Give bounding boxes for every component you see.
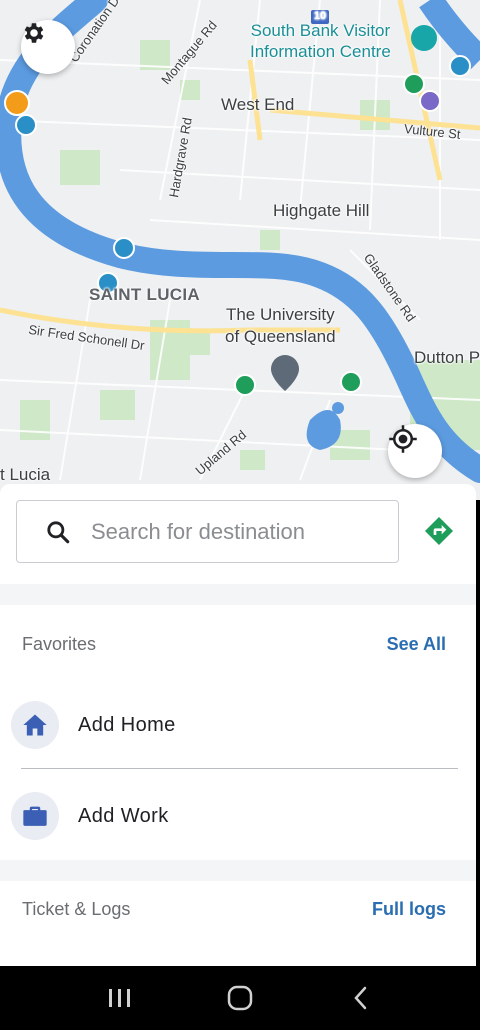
south-bank-text: South Bank Visitor Information Centre [250, 21, 391, 61]
map-label-saint-lucia: SAINT LUCIA [89, 285, 200, 304]
logs-header: Ticket & Logs Full logs [22, 899, 446, 920]
work-icon-badge [11, 792, 59, 840]
system-nav-bar [0, 966, 480, 1030]
add-home-label: Add Home [78, 713, 176, 736]
see-all-link[interactable]: See All [387, 634, 446, 655]
search-section [0, 484, 476, 584]
home-icon [23, 714, 47, 736]
full-logs-link[interactable]: Full logs [372, 899, 446, 920]
favorites-section: Favorites See All Add Home Add Work [0, 605, 476, 860]
add-work-row[interactable]: Add Work [0, 781, 476, 851]
map-label-st-lucia: t Lucia [0, 465, 51, 484]
directions-icon [425, 517, 453, 545]
search-icon [47, 520, 70, 543]
back-button[interactable] [330, 968, 390, 1028]
map-label-west-end: West End [221, 95, 295, 114]
favorites-header: Favorites See All [22, 634, 446, 655]
home-nav-icon [227, 985, 253, 1011]
recent-apps-button[interactable] [90, 968, 150, 1028]
map-label-dutton: Dutton P [414, 348, 480, 367]
search-input[interactable] [91, 518, 371, 545]
gear-icon [24, 23, 44, 43]
map-label-south-bank[interactable]: South Bank Visitor Information Centre [250, 20, 391, 62]
home-nav-button[interactable] [210, 968, 270, 1028]
home-icon-badge [11, 701, 59, 749]
bottom-sheet: Favorites See All Add Home Add Work Tick… [0, 484, 476, 966]
my-location-button[interactable] [388, 424, 442, 478]
settings-button[interactable] [21, 20, 75, 74]
favorites-divider [21, 768, 458, 769]
favorites-title: Favorites [22, 634, 97, 654]
search-box[interactable] [16, 500, 399, 563]
briefcase-icon [23, 806, 47, 826]
ticket-logs-section: Ticket & Logs Full logs [0, 881, 476, 966]
map-label-uq: The University of Queensland [225, 305, 336, 346]
back-icon [354, 986, 367, 1010]
add-work-label: Add Work [78, 804, 169, 827]
my-location-icon [389, 425, 417, 453]
recent-apps-icon [109, 989, 130, 1007]
map-label-highgate-hill: Highgate Hill [273, 201, 370, 220]
map-view[interactable]: 10 South Bank Visitor Information Centre… [0, 0, 480, 500]
add-home-row[interactable]: Add Home [0, 690, 476, 760]
logs-title: Ticket & Logs [22, 899, 131, 919]
directions-button[interactable] [420, 512, 458, 550]
